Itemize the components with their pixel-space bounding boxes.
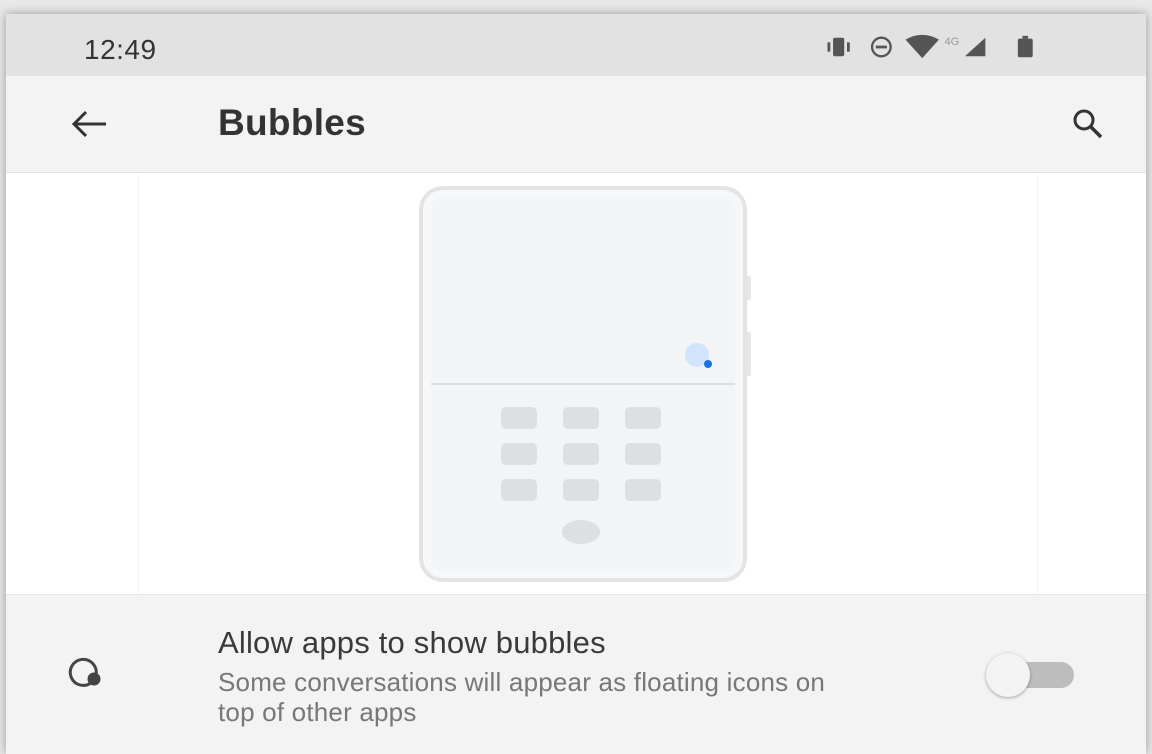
status-icons: 4G bbox=[827, 34, 1033, 59]
toggle-thumb bbox=[986, 653, 1030, 697]
search-button[interactable] bbox=[1060, 96, 1116, 152]
allow-bubbles-row[interactable]: Allow apps to show bubbles Some conversa… bbox=[6, 595, 1146, 754]
setting-title: Allow apps to show bubbles bbox=[218, 625, 606, 660]
battery-icon bbox=[1017, 35, 1033, 58]
allow-bubbles-toggle[interactable] bbox=[986, 653, 1078, 697]
cell-signal-icon bbox=[964, 37, 986, 57]
settings-screen: 12:49 4G Bubbles Allow apps to show bubb… bbox=[6, 14, 1146, 754]
back-button[interactable] bbox=[62, 96, 118, 152]
app-icon-grid bbox=[501, 407, 661, 501]
phone-home-button bbox=[562, 520, 600, 544]
arrow-back-icon bbox=[71, 110, 106, 138]
bubble-dot bbox=[704, 360, 712, 368]
status-bar: 12:49 4G bbox=[6, 14, 1146, 76]
bubble-icon bbox=[68, 657, 101, 687]
wifi-icon bbox=[905, 34, 939, 59]
network-type-label: 4G bbox=[945, 36, 960, 48]
search-icon bbox=[1073, 109, 1103, 139]
bubbles-illustration bbox=[138, 174, 1038, 594]
status-time: 12:49 bbox=[84, 34, 157, 65]
vibrate-icon bbox=[827, 37, 850, 57]
page-title: Bubbles bbox=[218, 102, 367, 143]
setting-summary: Some conversations will appear as floati… bbox=[218, 667, 826, 727]
phone-illustration bbox=[419, 186, 751, 582]
app-bar: Bubbles bbox=[6, 76, 1146, 173]
do-not-disturb-icon bbox=[870, 36, 892, 58]
